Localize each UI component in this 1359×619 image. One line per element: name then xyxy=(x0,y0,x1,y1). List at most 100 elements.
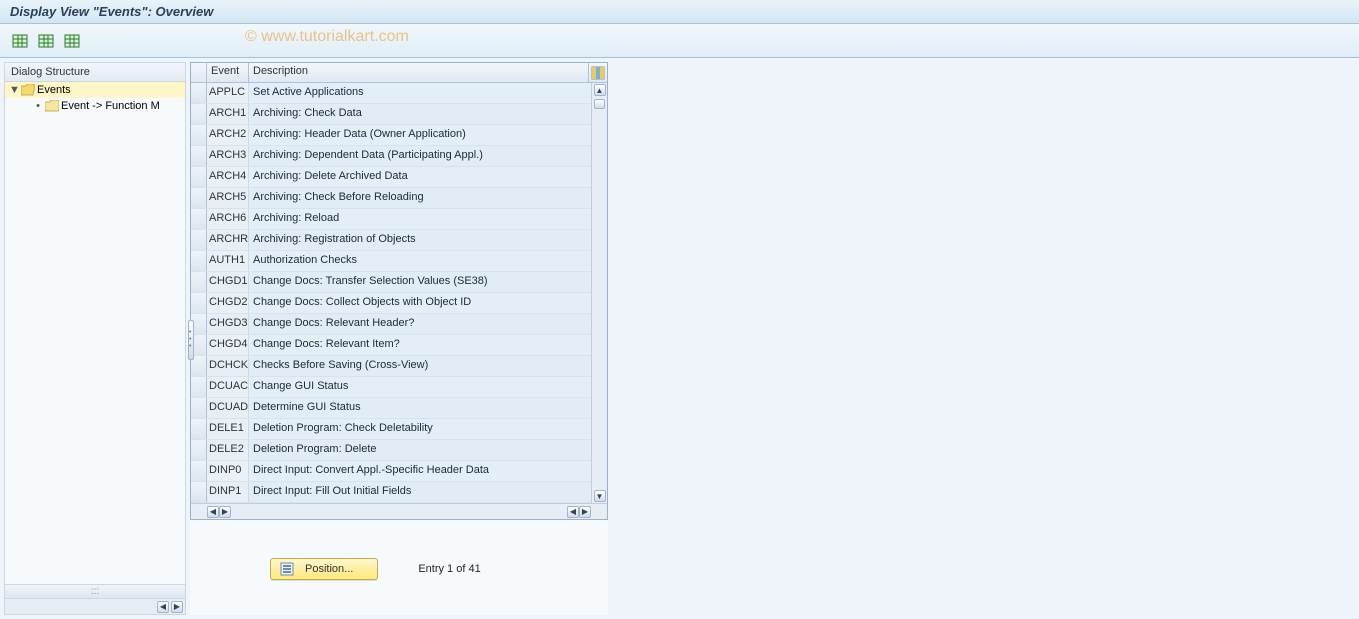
cell-event: CHGD2 xyxy=(207,293,249,313)
table-row[interactable]: DELE1Deletion Program: Check Deletabilit… xyxy=(191,419,607,440)
horizontal-splitter[interactable]: ::: xyxy=(5,584,185,598)
table-row[interactable]: DCUADDetermine GUI Status xyxy=(191,398,607,419)
scroll-up-icon[interactable]: ▲ xyxy=(594,84,606,96)
cell-event: ARCHR xyxy=(207,230,249,250)
entry-counter: Entry 1 of 41 xyxy=(418,563,480,575)
position-button-label: Position... xyxy=(305,563,353,575)
dialog-structure-tree: ▼ Events • Event -> Function M xyxy=(5,82,185,584)
spreadsheet-icon xyxy=(38,33,54,49)
tree-bullet-icon: • xyxy=(33,100,43,112)
table-row[interactable]: CHGD1Change Docs: Transfer Selection Val… xyxy=(191,272,607,293)
toolbar-button-2[interactable] xyxy=(36,31,56,51)
scroll-down-icon[interactable]: ▼ xyxy=(594,490,606,502)
cell-description: Authorization Checks xyxy=(249,251,607,271)
watermark: © www.tutorialkart.com xyxy=(245,28,409,46)
dialog-structure-header: Dialog Structure xyxy=(5,63,185,82)
horizontal-scrollbar[interactable]: ◀ ▶ ◀ ▶ xyxy=(191,503,607,519)
table-row[interactable]: ARCH4Archiving: Delete Archived Data xyxy=(191,167,607,188)
scroll-left-icon[interactable]: ◀ xyxy=(157,601,169,613)
cell-description: Deletion Program: Check Deletability xyxy=(249,419,607,439)
cell-event: CHGD1 xyxy=(207,272,249,292)
toolbar: © www.tutorialkart.com xyxy=(0,24,1359,58)
cell-event: DINP1 xyxy=(207,482,249,502)
tree-collapse-icon[interactable]: ▼ xyxy=(9,84,19,96)
tree-item-label: Events xyxy=(37,84,71,96)
cell-event: ARCH3 xyxy=(207,146,249,166)
scroll-left-icon[interactable]: ◀ xyxy=(207,506,219,518)
splitter-handle-icon: • • • xyxy=(188,320,194,360)
cell-event: DINP0 xyxy=(207,461,249,481)
cell-description: Change Docs: Transfer Selection Values (… xyxy=(249,272,607,292)
cell-description: Archiving: Registration of Objects xyxy=(249,230,607,250)
toolbar-button-1[interactable] xyxy=(10,31,30,51)
scroll-left-icon[interactable]: ◀ xyxy=(567,506,579,518)
tree-item-events[interactable]: ▼ Events xyxy=(5,82,185,98)
table-row[interactable]: DCHCKChecks Before Saving (Cross-View) xyxy=(191,356,607,377)
title-bar: Display View "Events": Overview xyxy=(0,0,1359,24)
cell-event: CHGD3 xyxy=(207,314,249,334)
table-row[interactable]: ARCH5Archiving: Check Before Reloading xyxy=(191,188,607,209)
spreadsheet-icon xyxy=(12,33,28,49)
page-title: Display View "Events": Overview xyxy=(10,4,213,19)
cell-description: Archiving: Delete Archived Data xyxy=(249,167,607,187)
folder-open-icon xyxy=(21,84,35,96)
cell-event: ARCH6 xyxy=(207,209,249,229)
column-header-description[interactable]: Description xyxy=(249,63,589,82)
dialog-structure-panel: Dialog Structure ▼ Events • Event -> Fun… xyxy=(4,62,186,615)
cell-event: AUTH1 xyxy=(207,251,249,271)
grid-panel: Event Description APPLCSet Active Applic… xyxy=(190,62,608,615)
cell-description: Archiving: Header Data (Owner Applicatio… xyxy=(249,125,607,145)
cell-event: DCUAD xyxy=(207,398,249,418)
cell-event: DELE1 xyxy=(207,419,249,439)
table-settings-icon xyxy=(591,66,605,80)
events-table: Event Description APPLCSet Active Applic… xyxy=(190,62,608,520)
spreadsheet-icon xyxy=(64,33,80,49)
table-row[interactable]: CHGD3Change Docs: Relevant Header? xyxy=(191,314,607,335)
table-row[interactable]: DINP0Direct Input: Convert Appl.-Specifi… xyxy=(191,461,607,482)
vertical-scrollbar[interactable]: ▲ ▼ xyxy=(591,83,607,503)
cell-description: Change GUI Status xyxy=(249,377,607,397)
scroll-right-icon[interactable]: ▶ xyxy=(171,601,183,613)
cell-event: DELE2 xyxy=(207,440,249,460)
toolbar-button-3[interactable] xyxy=(62,31,82,51)
table-row[interactable]: ARCH1Archiving: Check Data xyxy=(191,104,607,125)
table-row[interactable]: ARCH3Archiving: Dependent Data (Particip… xyxy=(191,146,607,167)
cell-description: Change Docs: Relevant Header? xyxy=(249,314,607,334)
table-row[interactable]: ARCHRArchiving: Registration of Objects xyxy=(191,230,607,251)
tree-item-event-function[interactable]: • Event -> Function M xyxy=(5,98,185,114)
table-row[interactable]: DCUACChange GUI Status xyxy=(191,377,607,398)
table-footer: Position... Entry 1 of 41 xyxy=(190,558,608,580)
table-body: APPLCSet Active ApplicationsARCH1Archivi… xyxy=(191,83,607,503)
table-row[interactable]: ARCH2Archiving: Header Data (Owner Appli… xyxy=(191,125,607,146)
cell-description: Archiving: Reload xyxy=(249,209,607,229)
cell-description: Set Active Applications xyxy=(249,83,607,103)
table-row[interactable]: DELE2Deletion Program: Delete xyxy=(191,440,607,461)
cell-description: Archiving: Check Before Reloading xyxy=(249,188,607,208)
position-button[interactable]: Position... xyxy=(270,558,378,580)
scroll-thumb[interactable] xyxy=(594,99,605,109)
folder-closed-icon xyxy=(45,100,59,112)
table-row[interactable]: AUTH1Authorization Checks xyxy=(191,251,607,272)
vertical-splitter[interactable]: • • • xyxy=(188,70,194,609)
scroll-track[interactable] xyxy=(592,97,607,489)
cell-event: ARCH4 xyxy=(207,167,249,187)
cell-event: APPLC xyxy=(207,83,249,103)
cell-description: Direct Input: Convert Appl.-Specific Hea… xyxy=(249,461,607,481)
table-row[interactable]: APPLCSet Active Applications xyxy=(191,83,607,104)
cell-description: Checks Before Saving (Cross-View) xyxy=(249,356,607,376)
scroll-right-icon[interactable]: ▶ xyxy=(579,506,591,518)
scroll-right-icon[interactable]: ▶ xyxy=(219,506,231,518)
cell-description: Determine GUI Status xyxy=(249,398,607,418)
table-row[interactable]: CHGD2Change Docs: Collect Objects with O… xyxy=(191,293,607,314)
table-settings-button[interactable] xyxy=(589,63,607,82)
cell-event: DCHCK xyxy=(207,356,249,376)
column-header-event[interactable]: Event xyxy=(207,63,249,82)
cell-event: ARCH2 xyxy=(207,125,249,145)
cell-description: Change Docs: Collect Objects with Object… xyxy=(249,293,607,313)
table-row[interactable]: CHGD4Change Docs: Relevant Item? xyxy=(191,335,607,356)
table-row[interactable]: ARCH6Archiving: Reload xyxy=(191,209,607,230)
table-row[interactable]: DINP1Direct Input: Fill Out Initial Fiel… xyxy=(191,482,607,503)
cell-description: Change Docs: Relevant Item? xyxy=(249,335,607,355)
table-header: Event Description xyxy=(191,63,607,83)
cell-event: CHGD4 xyxy=(207,335,249,355)
